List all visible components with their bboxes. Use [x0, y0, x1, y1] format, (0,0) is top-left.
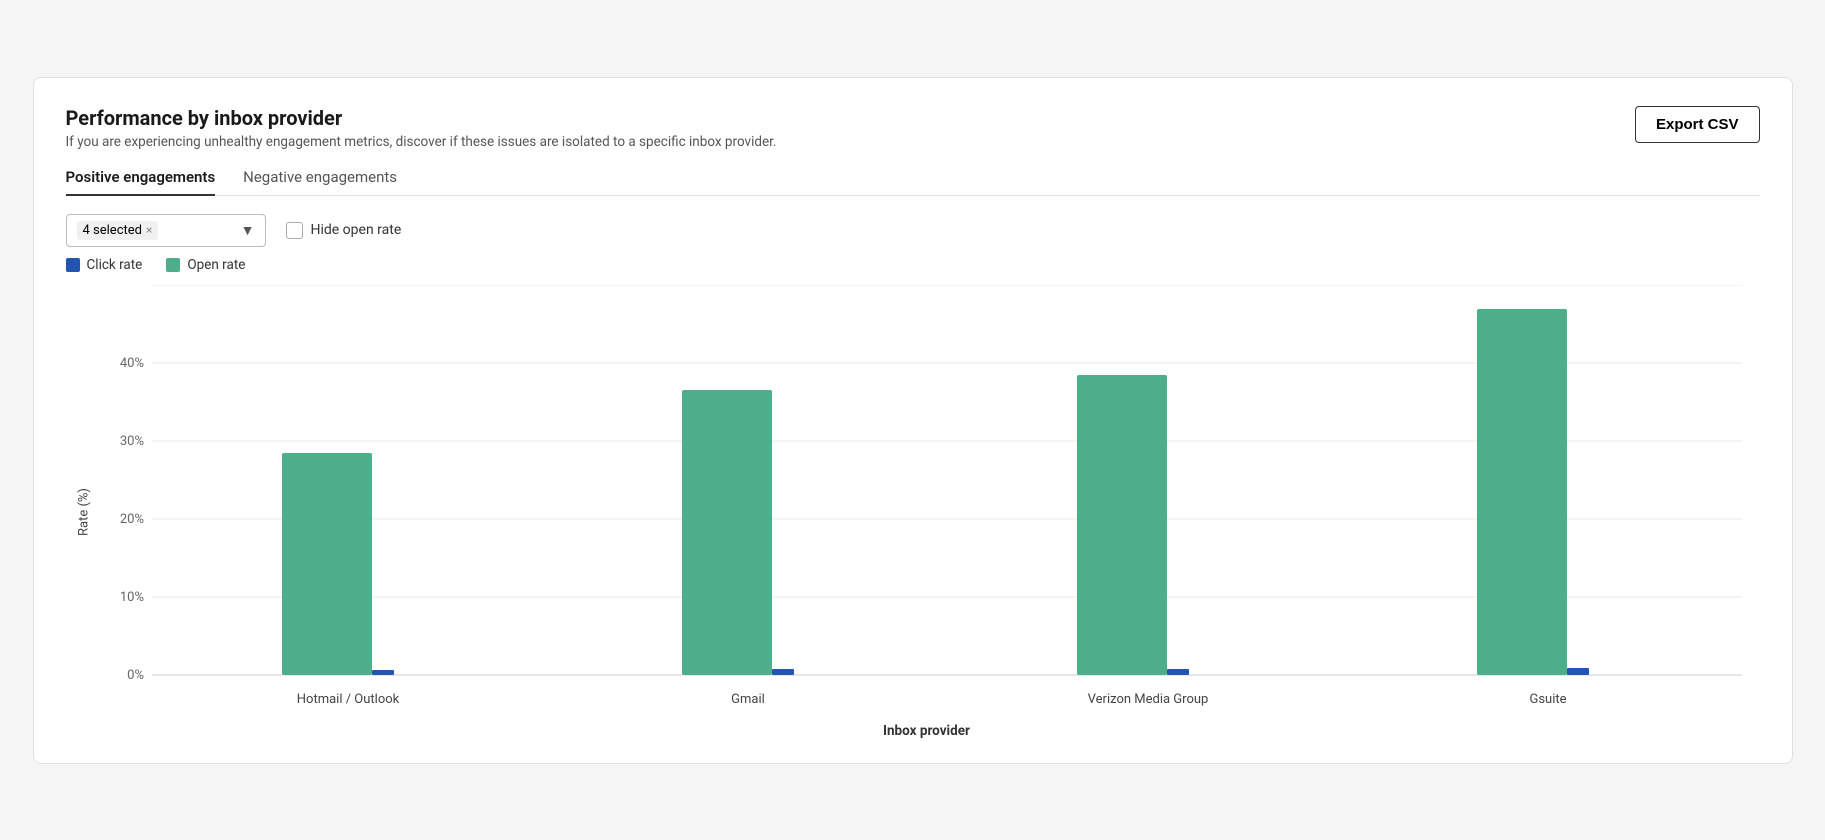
bar-gsuite-click	[1567, 668, 1589, 675]
bar-gmail-click	[772, 669, 794, 675]
provider-select[interactable]: 4 selected × ▼	[66, 214, 266, 247]
chart-controls: 4 selected × ▼ Hide open rate	[66, 214, 1760, 247]
chevron-down-icon: ▼	[241, 222, 255, 239]
legend-click-rate: Click rate	[66, 257, 143, 273]
y-tick-10: 10%	[119, 590, 143, 605]
y-tick-0: 0%	[127, 668, 144, 683]
hide-open-rate-checkbox[interactable]	[286, 222, 303, 239]
header-text: Performance by inbox provider If you are…	[66, 106, 777, 150]
card-header: Performance by inbox provider If you are…	[66, 106, 1760, 150]
bar-hotmail-click	[372, 670, 394, 675]
select-tag-close[interactable]: ×	[146, 223, 152, 237]
bar-gmail-open	[682, 390, 772, 675]
x-label-verizon: Verizon Media Group	[1087, 692, 1208, 707]
x-label-gsuite: Gsuite	[1529, 692, 1566, 707]
tab-positive-engagements[interactable]: Positive engagements	[66, 168, 216, 196]
tab-bar: Positive engagements Negative engagement…	[66, 168, 1760, 196]
card-title: Performance by inbox provider	[66, 106, 777, 130]
chart-inner: 0% 10% 20% 30% 40% Hotmail / Outlook	[94, 285, 1760, 739]
y-tick-30: 30%	[119, 434, 143, 449]
bar-chart-svg: 0% 10% 20% 30% 40% Hotmail / Outlook	[94, 285, 1760, 715]
y-tick-20: 20%	[119, 512, 143, 527]
x-axis-label: Inbox provider	[94, 723, 1760, 739]
bar-verizon-open	[1077, 375, 1167, 675]
y-tick-40: 40%	[119, 356, 143, 371]
select-tag: 4 selected ×	[77, 221, 159, 240]
legend-click-rate-color	[66, 258, 80, 272]
performance-card: Performance by inbox provider If you are…	[33, 77, 1793, 764]
card-subtitle: If you are experiencing unhealthy engage…	[66, 134, 777, 150]
chart-wrap: Rate (%) 0% 10% 20% 30%	[66, 285, 1760, 739]
legend-open-rate-label: Open rate	[187, 257, 245, 273]
chart-area: Rate (%) 0% 10% 20% 30%	[66, 285, 1760, 739]
hide-open-rate-checkbox-label[interactable]: Hide open rate	[286, 222, 402, 239]
export-csv-button[interactable]: Export CSV	[1635, 106, 1760, 143]
y-axis-label: Rate (%)	[66, 285, 94, 739]
chart-legend: Click rate Open rate	[66, 257, 1760, 273]
tab-negative-engagements[interactable]: Negative engagements	[243, 168, 397, 196]
bar-gsuite-open	[1477, 309, 1567, 675]
x-label-hotmail: Hotmail / Outlook	[296, 692, 399, 707]
x-label-gmail: Gmail	[731, 692, 765, 707]
bar-verizon-click	[1167, 669, 1189, 675]
legend-click-rate-label: Click rate	[87, 257, 143, 273]
legend-open-rate: Open rate	[166, 257, 245, 273]
hide-open-rate-label: Hide open rate	[311, 222, 402, 238]
legend-open-rate-color	[166, 258, 180, 272]
bar-hotmail-open	[282, 453, 372, 675]
